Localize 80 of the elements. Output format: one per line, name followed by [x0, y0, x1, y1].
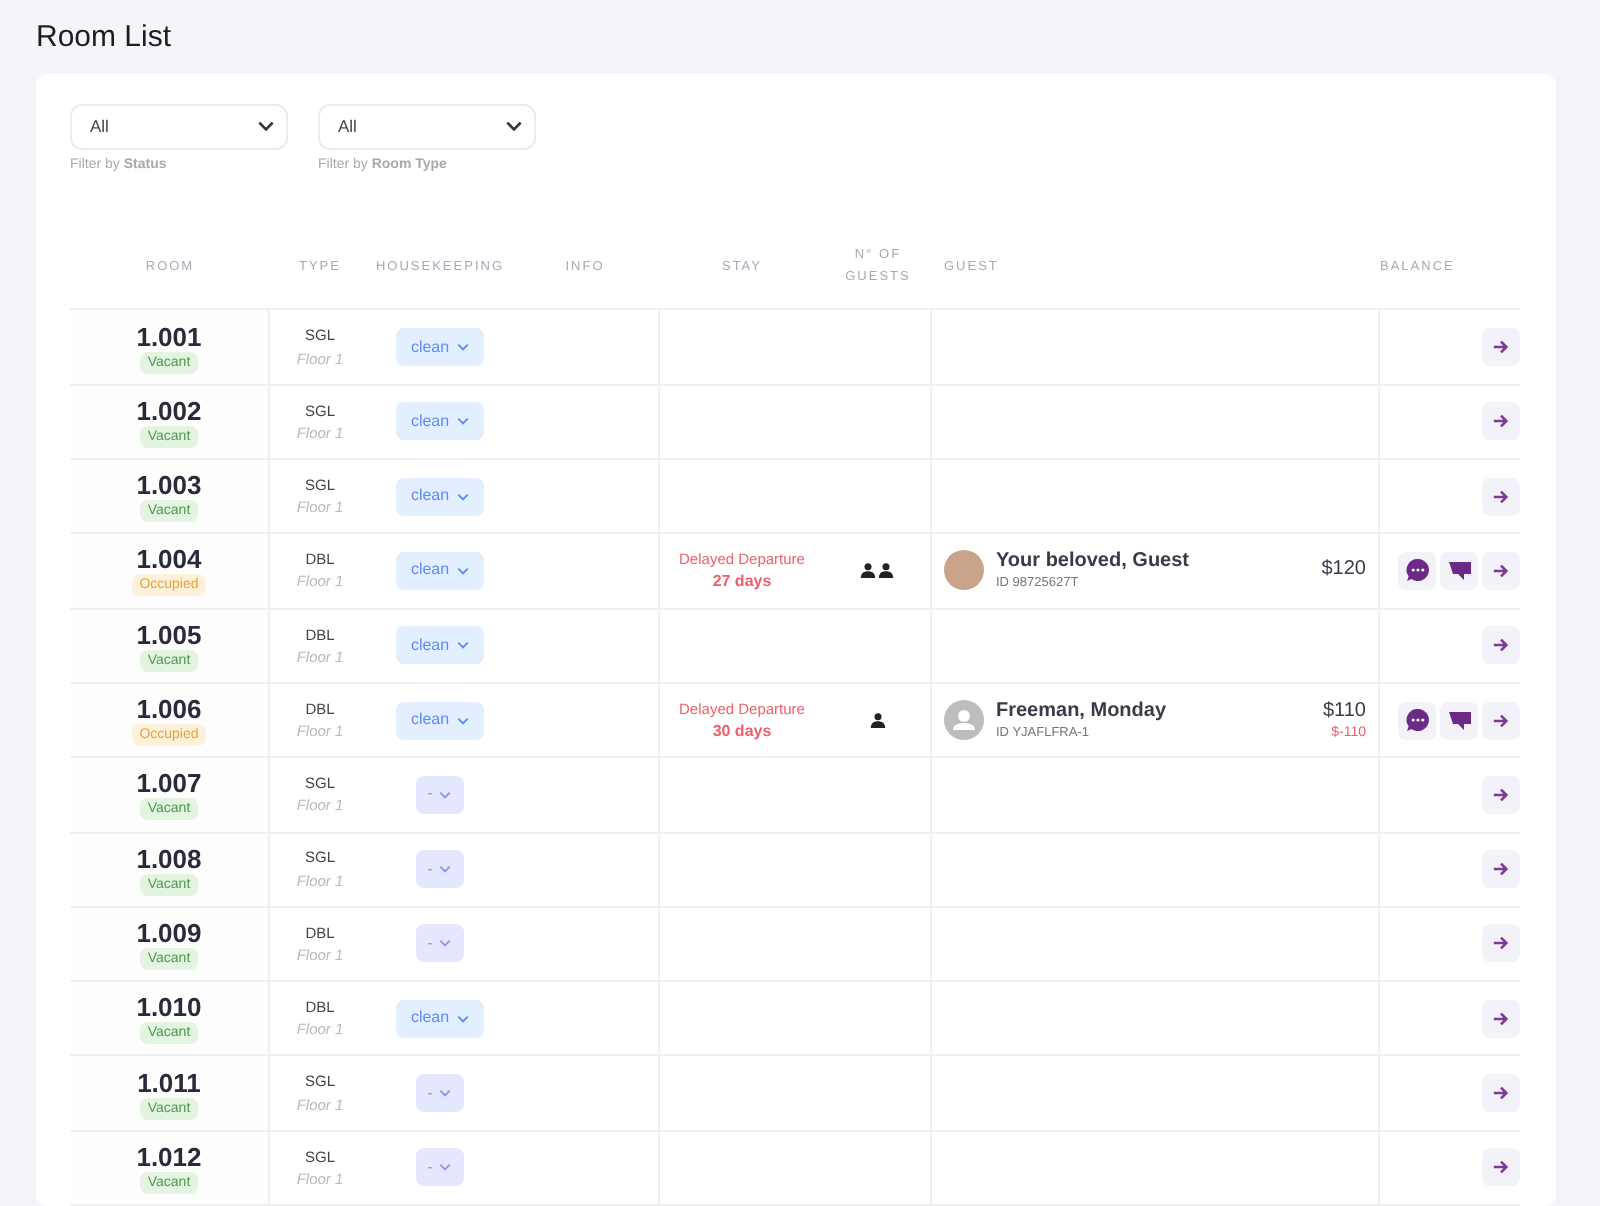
chevron-down-icon	[455, 340, 470, 355]
room-number: 1.004	[136, 544, 202, 575]
open-room-button[interactable]	[1482, 775, 1520, 814]
room-number: 1.006	[136, 694, 202, 725]
person-icon	[869, 712, 885, 729]
arrow-right-icon	[1492, 487, 1510, 506]
room-number: 1.011	[137, 1067, 201, 1098]
chevron-down-icon	[438, 1086, 453, 1101]
arrow-right-icon	[1492, 860, 1510, 879]
chat-bubble-icon	[1405, 708, 1429, 733]
chevron-down-icon	[455, 638, 470, 653]
housekeeping-dropdown[interactable]: -	[415, 775, 465, 814]
open-room-button[interactable]	[1482, 551, 1520, 590]
arrow-right-icon	[1492, 412, 1510, 431]
chevron-down-icon	[455, 713, 470, 728]
room-number: 1.005	[136, 619, 202, 650]
flag-icon	[1447, 559, 1471, 582]
chevron-down-icon	[438, 936, 453, 951]
arrow-right-icon	[1492, 1009, 1510, 1028]
chevron-down-icon	[504, 116, 524, 137]
room-number: 1.001	[136, 321, 202, 352]
arrow-right-icon	[1492, 934, 1510, 953]
chat-button[interactable]	[1398, 551, 1436, 590]
chevron-down-icon	[438, 787, 453, 802]
chevron-down-icon	[438, 862, 453, 877]
flag-icon	[1447, 709, 1471, 732]
arrow-right-icon	[1492, 561, 1510, 580]
guest-name: Your beloved, Guest	[996, 549, 1191, 574]
arrow-right-icon	[1492, 636, 1510, 655]
page-title: Room List	[36, 18, 174, 58]
open-room-button[interactable]	[1482, 477, 1520, 516]
housekeeping-dropdown[interactable]: clean	[396, 551, 484, 590]
room-number: 1.012	[136, 1141, 202, 1172]
arrow-right-icon	[1492, 711, 1510, 730]
stay-days: 27 days	[712, 569, 772, 592]
open-room-button[interactable]	[1482, 701, 1520, 740]
arrow-right-icon	[1492, 785, 1510, 804]
arrow-right-icon	[1492, 338, 1510, 357]
room-number: 1.008	[136, 843, 202, 874]
room-number: 1.003	[136, 470, 202, 501]
arrow-right-icon	[1492, 1084, 1510, 1103]
chat-button[interactable]	[1398, 701, 1436, 740]
housekeeping-dropdown[interactable]: clean	[396, 402, 484, 441]
housekeeping-dropdown[interactable]: -	[415, 850, 465, 889]
housekeeping-dropdown[interactable]: clean	[396, 701, 484, 740]
open-room-button[interactable]	[1482, 1074, 1520, 1113]
balance-amount: $110	[1322, 699, 1366, 724]
chevron-down-icon	[455, 489, 470, 504]
chevron-down-icon	[256, 116, 276, 137]
chevron-down-icon	[438, 1160, 453, 1175]
housekeeping-dropdown[interactable]: clean	[396, 328, 484, 367]
room-number: 1.009	[136, 917, 202, 948]
balance-amount: $120	[1321, 558, 1366, 583]
open-room-button[interactable]	[1482, 999, 1520, 1038]
housekeeping-dropdown[interactable]: -	[415, 924, 465, 963]
filter-dropdown[interactable]: All	[70, 103, 288, 150]
chevron-down-icon	[455, 414, 470, 429]
open-room-button[interactable]	[1482, 924, 1520, 963]
filter-dropdown[interactable]: All	[318, 103, 536, 150]
housekeeping-dropdown[interactable]: clean	[396, 626, 484, 665]
open-room-button[interactable]	[1482, 328, 1520, 367]
room-number: 1.010	[136, 992, 202, 1023]
housekeeping-dropdown[interactable]: clean	[396, 477, 484, 516]
flag-button[interactable]	[1440, 551, 1478, 590]
chevron-down-icon	[455, 563, 470, 578]
arrow-right-icon	[1492, 1158, 1510, 1177]
housekeeping-dropdown[interactable]: clean	[396, 999, 484, 1038]
room-number: 1.007	[136, 768, 202, 799]
guest-name: Freeman, Monday	[996, 699, 1169, 724]
open-room-button[interactable]	[1482, 850, 1520, 889]
flag-button[interactable]	[1440, 701, 1478, 740]
open-room-button[interactable]	[1482, 626, 1520, 665]
open-room-button[interactable]	[1482, 402, 1520, 441]
chat-bubble-icon	[1405, 558, 1429, 583]
stay-days: 30 days	[712, 719, 772, 742]
housekeeping-dropdown[interactable]: -	[415, 1074, 465, 1113]
room-number: 1.002	[136, 395, 202, 426]
housekeeping-dropdown[interactable]: -	[415, 1148, 465, 1187]
open-room-button[interactable]	[1482, 1148, 1520, 1187]
chevron-down-icon	[455, 1011, 470, 1026]
